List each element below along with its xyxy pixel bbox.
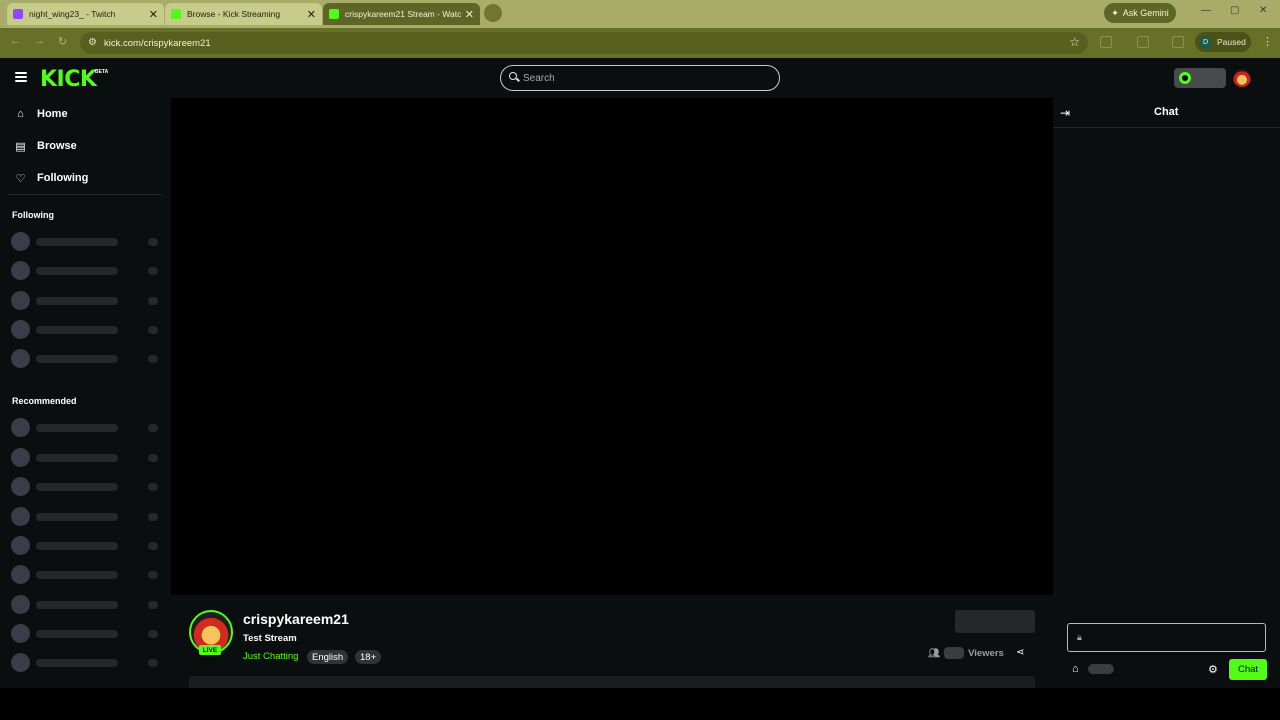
chat-send-button[interactable]: Chat bbox=[1229, 659, 1267, 680]
stream-title: Test Stream bbox=[243, 633, 297, 644]
channel-skeleton bbox=[11, 594, 161, 614]
tag-mature[interactable]: 18+ bbox=[355, 650, 382, 664]
streamer-name[interactable]: crispykareem21 bbox=[243, 611, 349, 627]
minimize-icon[interactable]: — bbox=[1201, 5, 1211, 16]
viewer-count-placeholder bbox=[944, 647, 965, 659]
browser-tab[interactable]: Browse - Kick Streaming ✕ bbox=[165, 3, 322, 25]
chat-title: Chat bbox=[1154, 106, 1179, 118]
follow-button-placeholder[interactable] bbox=[955, 610, 1035, 633]
kick-favicon-icon bbox=[171, 9, 181, 19]
channel-skeleton bbox=[11, 447, 161, 467]
browser-tab[interactable]: night_wing23_ - Twitch ✕ bbox=[7, 3, 164, 25]
kick-user-button[interactable] bbox=[1174, 68, 1226, 88]
chat-settings-icon[interactable]: ⚙ bbox=[1208, 663, 1218, 676]
twitch-favicon-icon bbox=[13, 9, 23, 19]
channel-skeleton bbox=[11, 260, 161, 280]
chat-input[interactable] bbox=[1067, 623, 1266, 652]
points-placeholder[interactable] bbox=[1088, 664, 1114, 674]
tag-language[interactable]: English bbox=[307, 650, 349, 664]
channel-skeleton bbox=[11, 506, 161, 526]
user-avatar[interactable] bbox=[1233, 69, 1251, 87]
ask-gemini-label: Ask Gemini bbox=[1122, 8, 1169, 18]
close-window-icon[interactable]: ✕ bbox=[1259, 5, 1267, 16]
maximize-icon[interactable]: ▢ bbox=[1230, 5, 1239, 16]
viewers-icon: 👥︎ bbox=[928, 647, 941, 659]
channel-skeleton bbox=[11, 290, 161, 310]
sidebar-divider bbox=[8, 194, 162, 195]
tab-title: Browse - Kick Streaming bbox=[187, 9, 281, 19]
following-heading: Following bbox=[12, 210, 54, 220]
extensions-puzzle-icon[interactable] bbox=[1137, 36, 1149, 48]
about-panel-placeholder bbox=[189, 676, 1035, 688]
viewers-label: Viewers bbox=[968, 647, 1004, 659]
sidebar-item-home[interactable]: ⌂ Home bbox=[14, 104, 68, 124]
recommended-heading: Recommended bbox=[12, 396, 77, 406]
store-icon[interactable]: ⌂ bbox=[1072, 663, 1079, 675]
new-tab-button[interactable] bbox=[484, 4, 502, 22]
video-player[interactable] bbox=[171, 98, 1053, 595]
channel-skeleton bbox=[11, 535, 161, 555]
bottom-bar bbox=[0, 688, 1280, 720]
browser-tab-active[interactable]: crispykareem21 Stream - Watc ✕ bbox=[323, 3, 480, 25]
sidebar-item-following[interactable]: ♡ Following bbox=[14, 168, 89, 188]
stream-category-link[interactable]: Just Chatting bbox=[243, 651, 298, 662]
close-tab-icon[interactable]: ✕ bbox=[465, 8, 474, 21]
site-settings-icon[interactable]: ⚙ bbox=[88, 37, 97, 48]
close-tab-icon[interactable]: ✕ bbox=[307, 8, 316, 21]
menu-icon[interactable] bbox=[15, 72, 27, 82]
tab-title: crispykareem21 Stream - Watc bbox=[345, 9, 461, 19]
channel-skeleton bbox=[11, 476, 161, 496]
home-icon: ⌂ bbox=[17, 108, 24, 120]
live-badge: LIVE bbox=[199, 645, 221, 655]
extension-icon[interactable] bbox=[1100, 36, 1112, 48]
chat-panel bbox=[1053, 98, 1280, 688]
channel-skeleton bbox=[11, 564, 161, 584]
browse-icon: ▤ bbox=[15, 140, 26, 153]
profile-button[interactable]: D Paused bbox=[1195, 32, 1251, 52]
channel-skeleton bbox=[11, 231, 161, 251]
address-bar[interactable]: ⚙ kick.com/crispykareem21 ☆ bbox=[80, 32, 1088, 54]
collapse-chat-icon[interactable]: ⇥ bbox=[1060, 106, 1070, 120]
lock-icon: 🔒︎ bbox=[1077, 632, 1082, 642]
tab-search-icon[interactable] bbox=[1172, 36, 1184, 48]
tab-title: night_wing23_ - Twitch bbox=[29, 9, 116, 19]
channel-skeleton bbox=[11, 652, 161, 672]
heart-icon: ♡ bbox=[15, 172, 26, 185]
sidebar-item-label: Following bbox=[37, 172, 89, 184]
ask-gemini-button[interactable]: ✦ Ask Gemini bbox=[1104, 3, 1176, 23]
channel-skeleton bbox=[11, 623, 161, 643]
back-icon[interactable]: ← bbox=[10, 35, 21, 47]
channel-skeleton bbox=[11, 319, 161, 339]
sidebar-item-label: Home bbox=[37, 108, 68, 120]
sidebar-item-label: Browse bbox=[37, 140, 77, 152]
bookmark-star-icon[interactable]: ☆ bbox=[1069, 35, 1080, 49]
channel-skeleton bbox=[11, 348, 161, 368]
close-tab-icon[interactable]: ✕ bbox=[149, 8, 158, 21]
kick-coin-icon bbox=[1179, 72, 1191, 84]
profile-avatar: D bbox=[1199, 35, 1212, 49]
profile-status: Paused bbox=[1217, 37, 1246, 47]
sidebar-item-browse[interactable]: ▤ Browse bbox=[14, 136, 77, 156]
beta-badge: BETA bbox=[95, 69, 109, 75]
kick-logo[interactable]: KICK bbox=[40, 67, 97, 92]
browser-menu-icon[interactable]: ⋮ bbox=[1262, 35, 1273, 48]
search-icon bbox=[509, 72, 517, 80]
share-icon[interactable]: ⋖ bbox=[1016, 647, 1024, 658]
search-placeholder: Search bbox=[523, 72, 555, 84]
channel-skeleton bbox=[11, 417, 161, 437]
url-text: kick.com/crispykareem21 bbox=[104, 37, 211, 49]
search-input[interactable]: Search bbox=[500, 65, 780, 91]
viewer-count: 👥︎ Viewers bbox=[928, 646, 1004, 660]
forward-icon[interactable]: → bbox=[34, 35, 45, 47]
reload-icon[interactable]: ↻ bbox=[58, 35, 67, 48]
kick-favicon-icon bbox=[329, 9, 339, 19]
gemini-icon: ✦ bbox=[1111, 7, 1119, 18]
